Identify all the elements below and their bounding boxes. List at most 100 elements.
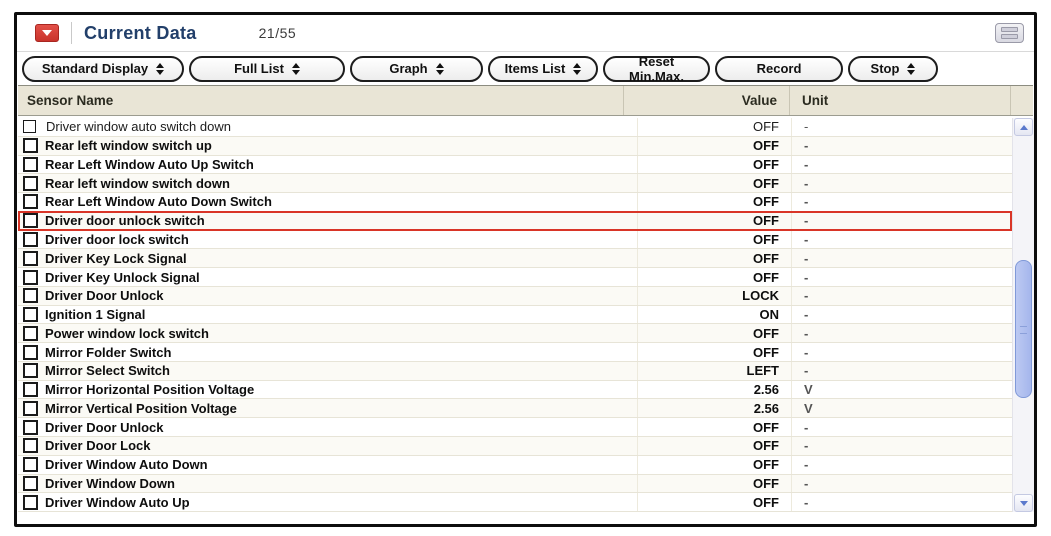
row-unit: - xyxy=(791,362,1012,380)
graph-dropdown[interactable]: Graph xyxy=(350,56,483,82)
row-value: OFF xyxy=(637,268,791,286)
button-label: Standard Display xyxy=(42,61,148,76)
row-checkbox[interactable] xyxy=(23,138,38,153)
row-checkbox[interactable] xyxy=(23,232,38,247)
row-sensor-name: Rear left window switch up xyxy=(45,138,637,153)
row-sensor-name: Mirror Horizontal Position Voltage xyxy=(45,382,637,397)
collapse-button[interactable] xyxy=(35,24,59,42)
column-header-sensor-name[interactable]: Sensor Name xyxy=(18,93,623,108)
row-checkbox[interactable] xyxy=(23,457,38,472)
tile-bar-icon xyxy=(1001,27,1018,32)
row-value: OFF xyxy=(637,456,791,474)
row-value: ON xyxy=(637,306,791,324)
table-row[interactable]: Driver Door Lock OFF - xyxy=(18,437,1012,456)
table-row[interactable]: Driver Door Unlock OFF - xyxy=(18,418,1012,437)
title-divider xyxy=(71,22,72,44)
table-row[interactable]: Driver Door Unlock LOCK - xyxy=(18,287,1012,306)
row-checkbox[interactable] xyxy=(23,288,38,303)
table-row[interactable]: Power window lock switch OFF - xyxy=(18,324,1012,343)
header-scrollbar-corner xyxy=(1010,86,1033,115)
stop-dropdown[interactable]: Stop xyxy=(848,56,938,82)
table-row[interactable]: Rear left window switch up OFF - xyxy=(18,137,1012,156)
row-unit: - xyxy=(791,418,1012,436)
dropdown-arrows-icon xyxy=(156,63,164,75)
row-checkbox[interactable] xyxy=(23,176,38,191)
table-row[interactable]: Driver Window Auto Up OFF - xyxy=(18,493,1012,512)
row-value: OFF xyxy=(637,231,791,249)
row-checkbox[interactable] xyxy=(23,213,38,228)
row-value: OFF xyxy=(637,437,791,455)
row-checkbox[interactable] xyxy=(23,157,38,172)
row-sensor-name: Driver Key Lock Signal xyxy=(45,251,637,266)
table-row[interactable]: Rear Left Window Auto Up Switch OFF - xyxy=(18,156,1012,175)
row-value: OFF xyxy=(637,475,791,493)
current-data-window: Current Data 21/55 Standard Display Full… xyxy=(14,12,1037,527)
row-checkbox[interactable] xyxy=(23,120,36,133)
button-label: Full List xyxy=(234,61,284,76)
row-checkbox[interactable] xyxy=(23,495,38,510)
scrollbar-thumb[interactable] xyxy=(1015,260,1032,398)
table-row[interactable]: Driver Key Lock Signal OFF - xyxy=(18,249,1012,268)
row-checkbox[interactable] xyxy=(23,307,38,322)
row-unit: V xyxy=(791,399,1012,417)
row-value: OFF xyxy=(637,343,791,361)
row-unit: - xyxy=(791,287,1012,305)
dropdown-arrows-icon xyxy=(907,63,915,75)
row-unit: - xyxy=(791,231,1012,249)
row-value: OFF xyxy=(637,212,791,230)
row-unit: - xyxy=(791,156,1012,174)
row-checkbox[interactable] xyxy=(23,194,38,209)
row-sensor-name: Rear Left Window Auto Down Switch xyxy=(45,194,637,209)
dropdown-arrows-icon xyxy=(436,63,444,75)
row-checkbox[interactable] xyxy=(23,363,38,378)
table-row[interactable]: Driver window auto switch down OFF - xyxy=(18,118,1012,137)
row-sensor-name: Mirror Select Switch xyxy=(45,363,637,378)
record-button[interactable]: Record xyxy=(715,56,843,82)
button-label: Graph xyxy=(389,61,427,76)
column-header-value[interactable]: Value xyxy=(623,86,789,115)
arrow-up-icon xyxy=(1020,125,1028,130)
row-checkbox[interactable] xyxy=(23,270,38,285)
row-checkbox[interactable] xyxy=(23,438,38,453)
table-row[interactable]: Driver Key Unlock Signal OFF - xyxy=(18,268,1012,287)
table-row[interactable]: Rear Left Window Auto Down Switch OFF - xyxy=(18,193,1012,212)
row-unit: - xyxy=(791,212,1012,230)
arrow-down-icon xyxy=(1020,501,1028,506)
row-unit: - xyxy=(791,324,1012,342)
items-list-dropdown[interactable]: Items List xyxy=(488,56,598,82)
row-unit: - xyxy=(791,137,1012,155)
vertical-scrollbar[interactable] xyxy=(1012,118,1034,512)
scroll-up-button[interactable] xyxy=(1014,118,1033,136)
row-checkbox[interactable] xyxy=(23,345,38,360)
row-value: OFF xyxy=(637,193,791,211)
row-checkbox[interactable] xyxy=(23,251,38,266)
table-row[interactable]: Mirror Folder Switch OFF - xyxy=(18,343,1012,362)
table-row[interactable]: Driver Window Auto Down OFF - xyxy=(18,456,1012,475)
table-row[interactable]: Mirror Horizontal Position Voltage 2.56 … xyxy=(18,381,1012,400)
triangle-down-icon xyxy=(42,30,52,36)
page-title: Current Data xyxy=(84,23,197,44)
row-sensor-name: Driver door unlock switch xyxy=(45,213,637,228)
row-checkbox[interactable] xyxy=(23,326,38,341)
display-mode-dropdown[interactable]: Standard Display xyxy=(22,56,184,82)
row-checkbox[interactable] xyxy=(23,476,38,491)
scroll-down-button[interactable] xyxy=(1014,494,1033,512)
table-row[interactable]: Mirror Select Switch LEFT - xyxy=(18,362,1012,381)
row-checkbox[interactable] xyxy=(23,401,38,416)
table-row[interactable]: Mirror Vertical Position Voltage 2.56 V xyxy=(18,399,1012,418)
table-row[interactable]: Ignition 1 Signal ON - xyxy=(18,306,1012,325)
reset-min-max-button[interactable]: Reset Min.Max. xyxy=(603,56,710,82)
row-checkbox[interactable] xyxy=(23,420,38,435)
table-row[interactable]: Driver Window Down OFF - xyxy=(18,475,1012,494)
tile-view-button[interactable] xyxy=(995,23,1024,43)
row-value: OFF xyxy=(637,418,791,436)
row-sensor-name: Driver window auto switch down xyxy=(46,119,637,134)
list-mode-dropdown[interactable]: Full List xyxy=(189,56,345,82)
table-row[interactable]: Driver door unlock switch OFF - xyxy=(18,212,1012,231)
table-row[interactable]: Rear left window switch down OFF - xyxy=(18,174,1012,193)
row-unit: - xyxy=(791,174,1012,192)
table-row[interactable]: Driver door lock switch OFF - xyxy=(18,231,1012,250)
column-header-unit[interactable]: Unit xyxy=(789,86,1010,115)
row-checkbox[interactable] xyxy=(23,382,38,397)
table-header: Sensor Name Value Unit xyxy=(18,85,1033,116)
